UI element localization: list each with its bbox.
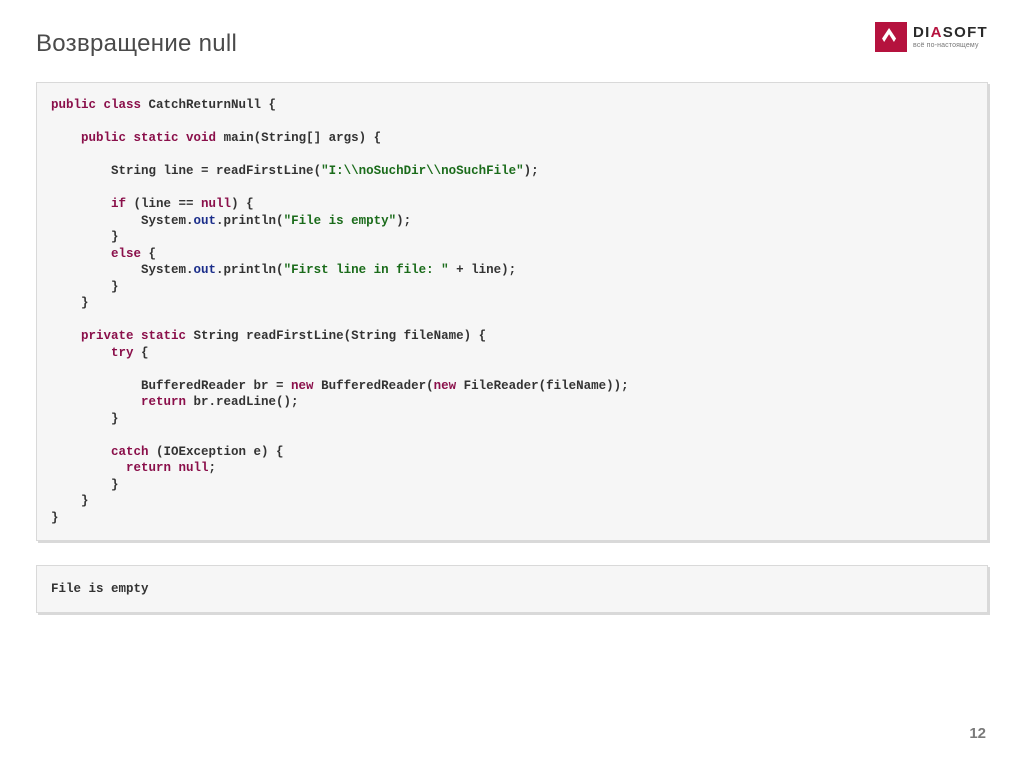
output-block: File is empty [36, 565, 988, 613]
logo-name-c: SOFT [943, 24, 988, 41]
code-block: public class CatchReturnNull { public st… [36, 82, 988, 541]
logo-name-b: A [931, 24, 943, 41]
slide: Возвращение null DIASOFT всё по-настояще… [0, 0, 1024, 768]
logo-text: DIASOFT всё по-настоящему [913, 25, 988, 49]
slide-title: Возвращение null [36, 30, 988, 58]
logo-tagline: всё по-настоящему [913, 42, 988, 49]
logo-icon [875, 22, 907, 52]
page-number: 12 [969, 725, 986, 742]
brand-logo: DIASOFT всё по-настоящему [875, 22, 988, 52]
logo-name-a: DI [913, 24, 931, 41]
logo-name: DIASOFT [913, 25, 988, 40]
